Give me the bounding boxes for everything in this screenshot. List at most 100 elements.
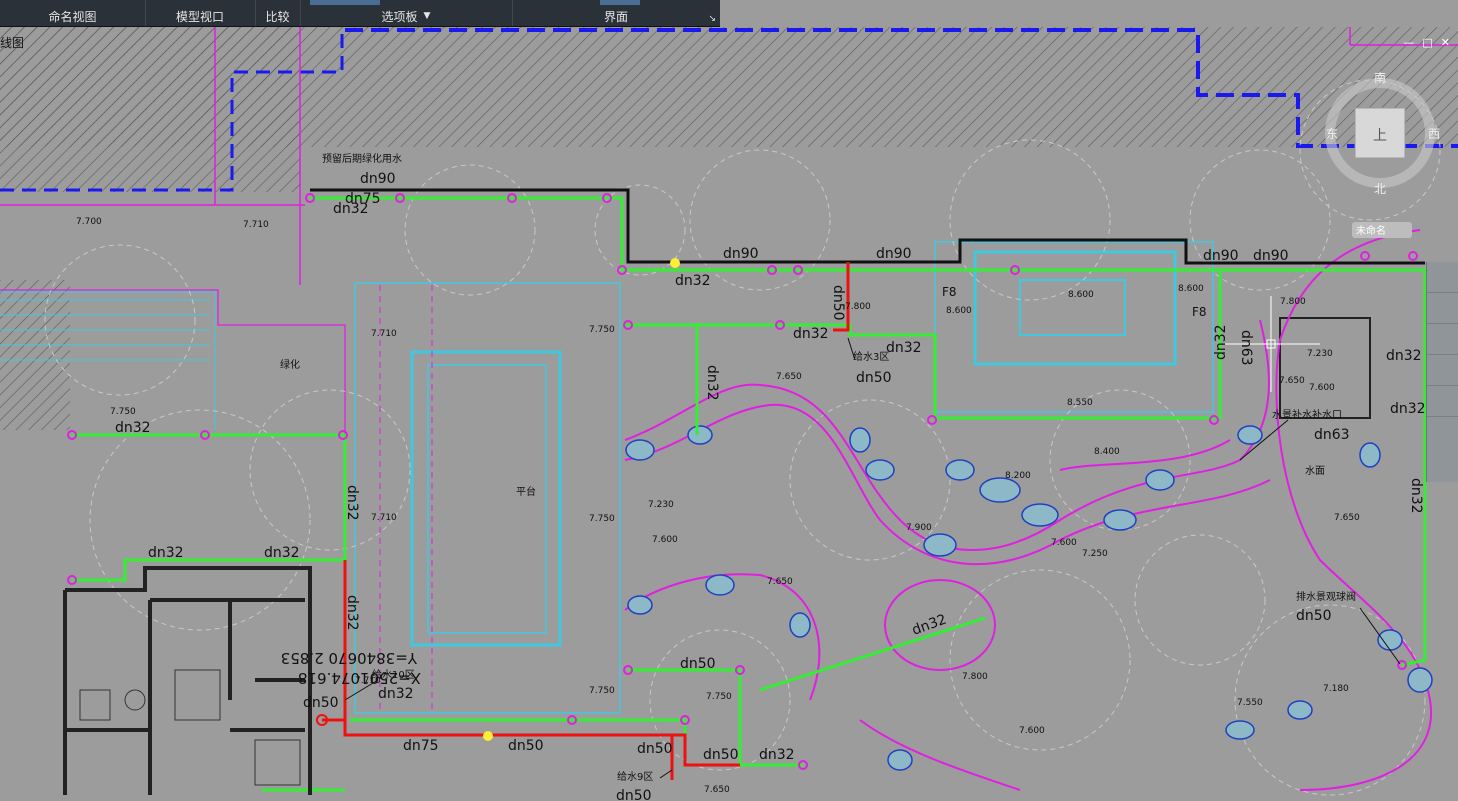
pipe-label: dn50 [508, 738, 544, 754]
ribbon-group-label: 模型视口 [175, 9, 224, 24]
pipe-label: dn32 [148, 545, 184, 561]
ribbon-group-compare[interactable]: 比较 [255, 0, 301, 26]
elevation-label: 7.650 [1279, 376, 1305, 386]
pipe-label: dn32 [378, 686, 414, 702]
pipe-label: dn75 [403, 738, 439, 754]
nav-pan-icon[interactable] [1427, 293, 1458, 324]
elevation-label: 8.550 [1067, 398, 1093, 408]
pipe-label: dn50 [703, 747, 739, 763]
annotation-landscape-inlet: 水景补水补水口 [1272, 408, 1342, 421]
elevation-label: 7.600 [652, 535, 678, 545]
hatched-building-zone-left [0, 27, 300, 192]
ribbon-group-label: 选项板 [381, 9, 418, 24]
drawing-canvas[interactable]: dn90 dn75 dn32 dn32 dn90 dn90 dn90 dn90 … [0, 27, 1458, 801]
elevation-label: 7.750 [589, 325, 615, 335]
viewcube-south: 南 [1374, 70, 1386, 85]
pipe-label: dn32 [344, 595, 360, 631]
right-stair-block [1279, 317, 1371, 419]
ribbon-group-label: 比较 [265, 9, 290, 24]
hatched-strip-left [0, 280, 70, 430]
annotation-f8: F8 [942, 285, 957, 299]
elevation-label: 7.800 [845, 302, 871, 312]
elevation-labels: 7.700 7.710 7.750 7.710 7.750 7.710 7.75… [76, 217, 1360, 795]
elevation-label: 8.200 [1005, 471, 1031, 481]
elevation-label: 7.710 [371, 513, 397, 523]
pipe-label: dn90 [1253, 248, 1289, 264]
elevation-label: 7.900 [906, 523, 932, 533]
valve-nodes [67, 193, 1418, 770]
minimize-icon[interactable]: — [1403, 36, 1414, 49]
pipe-label: dn32 [1408, 478, 1424, 514]
elevation-label: 7.710 [355, 676, 381, 686]
pipe-label: dn50 [856, 370, 892, 386]
elevation-label: 7.650 [704, 785, 730, 795]
elevation-label: 7.600 [1309, 383, 1335, 393]
ucs-dropdown[interactable]: 未命名 [1352, 222, 1412, 238]
central-pool-outline [354, 282, 621, 714]
navigation-bar[interactable] [1426, 262, 1458, 482]
annotation-reserve-water: 预留后期绿化用水 [322, 152, 402, 165]
elevation-label: 7.550 [1237, 698, 1263, 708]
nav-zoom-icon[interactable] [1427, 324, 1458, 355]
elevation-label: 7.650 [767, 577, 793, 587]
pipe-label: dn63 [1314, 427, 1350, 443]
viewcube[interactable]: 南 东 西 北 上 [1320, 68, 1440, 198]
annotation-water: 水面 [1305, 465, 1325, 477]
viewport-window-controls: — □ ✕ [1403, 36, 1450, 49]
building-thin-lines [79, 669, 301, 786]
pipe-label: dn50 [637, 741, 673, 757]
central-pool-inner [410, 350, 562, 647]
pipe-label: dn32 [1386, 348, 1422, 364]
coordinate-y: Y=3840670 2.853 [281, 649, 418, 667]
close-icon[interactable]: ✕ [1441, 36, 1450, 49]
dialog-launcher-icon[interactable]: ↘ [708, 8, 716, 24]
elevation-label: 7.750 [110, 407, 136, 417]
annotation-zone3: 给水3区 [853, 350, 889, 363]
elevation-label: 7.710 [243, 220, 269, 230]
pipe-label: dn63 [1238, 330, 1254, 366]
elevation-label: 7.700 [76, 217, 102, 227]
elevation-label: 8.400 [1094, 447, 1120, 457]
upper-pool-center [1019, 279, 1126, 336]
yellow-marker [670, 258, 680, 268]
ribbon-group-label: 界面 [603, 9, 628, 24]
elevation-label: 8.600 [1178, 284, 1204, 294]
maximize-icon[interactable]: □ [1422, 36, 1432, 49]
pipe-label: dn32 [1390, 401, 1426, 417]
chevron-down-icon[interactable]: ▼ [424, 5, 431, 21]
pipe-label: dn90 [360, 171, 396, 187]
pipe-label: dn32 [675, 273, 711, 289]
annotation-f8-2: F8 [1192, 305, 1207, 319]
pipe-label: dn50 [1296, 608, 1332, 624]
ribbon-group-label: 命名视图 [48, 9, 97, 24]
elevation-label: 7.750 [589, 686, 615, 696]
pipe-label: dn32 [886, 340, 922, 356]
nav-steering-wheel-icon[interactable] [1427, 262, 1458, 293]
annotation-green: 绿化 [280, 358, 300, 371]
viewport-label[interactable]: 线图 [0, 34, 24, 51]
ribbon-panel-bar: 命名视图 模型视口 比较 选项板 ▼ 界面 ↘ [0, 0, 720, 27]
viewcube-west: 西 [1428, 127, 1440, 141]
annotation-platform: 平台 [516, 485, 536, 498]
ribbon-group-model-viewports[interactable]: 模型视口 [145, 0, 256, 26]
yellow-marker-2 [483, 731, 493, 741]
crosshair-cursor [1222, 296, 1320, 392]
nav-orbit-icon[interactable] [1427, 355, 1458, 386]
nav-showmotion-icon[interactable] [1427, 386, 1458, 417]
ucs-label: 未命名 [1356, 226, 1386, 237]
leader-lines [344, 337, 1401, 779]
ribbon-group-palettes[interactable]: 选项板 ▼ [300, 0, 513, 26]
viewcube-top-face: 上 [1373, 128, 1387, 144]
green-supply-pipes [72, 196, 1427, 792]
pipe-label: dn50 [680, 656, 716, 672]
ribbon-group-named-views[interactable]: 命名视图 [0, 0, 146, 26]
annotation-drain-valve: 排水景观球阀 [1296, 590, 1356, 603]
pipe-label: dn32 [115, 420, 151, 436]
annotation-zone9: 给水9区 [617, 770, 653, 783]
central-pool-inner2 [427, 364, 547, 634]
ribbon-group-interface[interactable]: 界面 ↘ [512, 0, 720, 26]
elevation-label: 7.710 [371, 329, 397, 339]
elevation-label: 7.600 [1051, 538, 1077, 548]
elevation-label: 7.750 [706, 692, 732, 702]
elevation-label: 7.800 [1280, 297, 1306, 307]
